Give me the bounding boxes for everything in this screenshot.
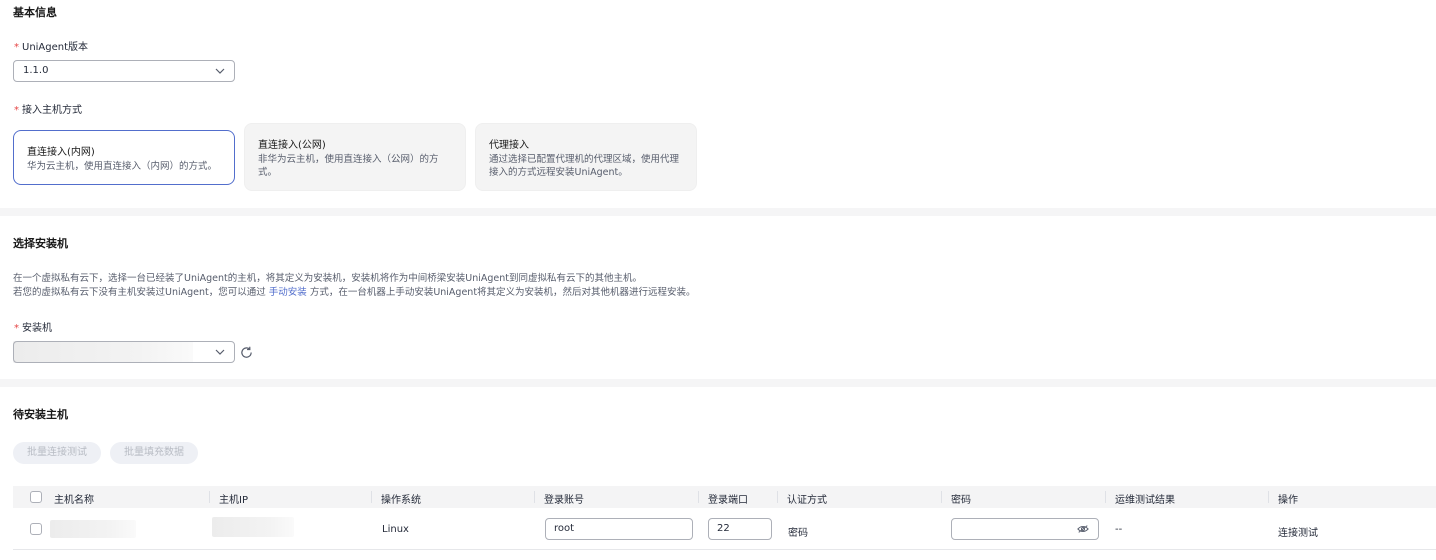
access-option-proxy[interactable]: 代理接入 通过选择已配置代理机的代理区域，使用代理接入的方式远程安装UniAge… bbox=[475, 123, 697, 191]
auth-method-cell: 密码 bbox=[788, 528, 808, 539]
refresh-icon[interactable] bbox=[240, 346, 253, 359]
batch-test-button[interactable]: 批量连接测试 bbox=[13, 442, 101, 464]
host-name-blurred bbox=[50, 520, 136, 538]
manual-install-link[interactable]: 手动安装 bbox=[269, 287, 307, 298]
access-option-intranet[interactable]: 直连接入(内网) 华为云主机，使用直连接入（内网）的方式。 bbox=[13, 130, 235, 185]
select-all-checkbox[interactable] bbox=[30, 491, 42, 503]
host-ip-blurred bbox=[212, 517, 294, 537]
required-mark: * bbox=[14, 323, 19, 334]
access-option-desc: 华为云主机，使用直连接入（内网）的方式。 bbox=[27, 161, 218, 172]
version-select-value: 1.1.0 bbox=[23, 65, 49, 76]
desc-text: 若您的虚拟私有云下没有主机安装过UniAgent，您可以通过 bbox=[13, 287, 266, 298]
installer-desc-line1: 在一个虚拟私有云下，选择一台已经装了UniAgent的主机，将其定义为安装机，安… bbox=[13, 273, 642, 284]
access-method-label: * 接入主机方式 bbox=[14, 101, 82, 116]
required-mark: * bbox=[14, 105, 19, 116]
column-header: 运维测试结果 bbox=[1115, 495, 1175, 506]
chevron-down-icon bbox=[215, 349, 225, 355]
access-option-title: 直连接入(内网) bbox=[27, 147, 95, 158]
installer-select[interactable] bbox=[13, 341, 235, 363]
test-result-cell: -- bbox=[1115, 524, 1123, 535]
installer-desc-line2: 若您的虚拟私有云下没有主机安装过UniAgent，您可以通过 手动安装 方式，在… bbox=[13, 286, 696, 299]
version-label-text: UniAgent版本 bbox=[22, 42, 89, 53]
column-separator bbox=[371, 491, 372, 503]
connect-test-link[interactable]: 连接测试 bbox=[1278, 524, 1318, 539]
column-header: 密码 bbox=[951, 495, 971, 506]
chevron-down-icon bbox=[215, 68, 225, 74]
installer-field-label: * 安装机 bbox=[14, 319, 52, 334]
section-divider bbox=[0, 208, 1436, 216]
column-separator bbox=[1105, 491, 1106, 503]
access-option-title: 直连接入(公网) bbox=[258, 140, 326, 151]
installer-label-text: 安装机 bbox=[22, 323, 52, 334]
column-header: 操作 bbox=[1278, 495, 1298, 506]
version-field-label: * UniAgent版本 bbox=[14, 38, 88, 53]
column-separator bbox=[534, 491, 535, 503]
password-input[interactable] bbox=[951, 518, 1099, 540]
required-mark: * bbox=[14, 42, 19, 53]
version-select[interactable]: 1.1.0 bbox=[13, 60, 235, 82]
batch-fill-button[interactable]: 批量填充数据 bbox=[110, 442, 198, 464]
column-header: 登录端口 bbox=[708, 495, 748, 506]
column-separator bbox=[777, 491, 778, 503]
section-divider bbox=[0, 379, 1436, 387]
access-method-label-text: 接入主机方式 bbox=[22, 105, 82, 116]
login-account-input[interactable]: root bbox=[545, 518, 693, 540]
column-separator bbox=[698, 491, 699, 503]
eye-hidden-icon[interactable] bbox=[1077, 524, 1089, 534]
column-separator bbox=[941, 491, 942, 503]
access-option-desc: 非华为云主机，使用直连接入（公网）的方式。 bbox=[258, 154, 439, 178]
table-header: 主机名称 主机IP 操作系统 登录账号 登录端口 认证方式 密码 运维测试结果 … bbox=[13, 486, 1436, 508]
column-header: 操作系统 bbox=[381, 495, 421, 506]
login-port-value: 22 bbox=[717, 523, 730, 534]
os-cell: Linux bbox=[382, 524, 409, 535]
column-header: 主机名称 bbox=[54, 495, 94, 506]
column-separator bbox=[1268, 491, 1269, 503]
login-account-value: root bbox=[554, 523, 575, 534]
column-separator bbox=[209, 491, 210, 503]
pending-hosts-title: 待安装主机 bbox=[13, 408, 68, 421]
column-header: 登录账号 bbox=[544, 495, 584, 506]
installer-title: 选择安装机 bbox=[13, 237, 68, 250]
column-header: 主机IP bbox=[219, 495, 248, 506]
access-option-public[interactable]: 直连接入(公网) 非华为云主机，使用直连接入（公网）的方式。 bbox=[244, 123, 466, 191]
access-option-desc: 通过选择已配置代理机的代理区域，使用代理接入的方式远程安装UniAgent。 bbox=[489, 154, 680, 178]
basic-info-title: 基本信息 bbox=[13, 6, 57, 19]
access-option-title: 代理接入 bbox=[489, 140, 529, 151]
desc-text: 方式，在一台机器上手动安装UniAgent将其定义为安装机，然后对其他机器进行远… bbox=[309, 287, 696, 298]
row-divider bbox=[13, 549, 1436, 550]
login-port-input[interactable]: 22 bbox=[708, 518, 772, 540]
column-header: 认证方式 bbox=[787, 495, 827, 506]
row-checkbox[interactable] bbox=[30, 523, 42, 535]
